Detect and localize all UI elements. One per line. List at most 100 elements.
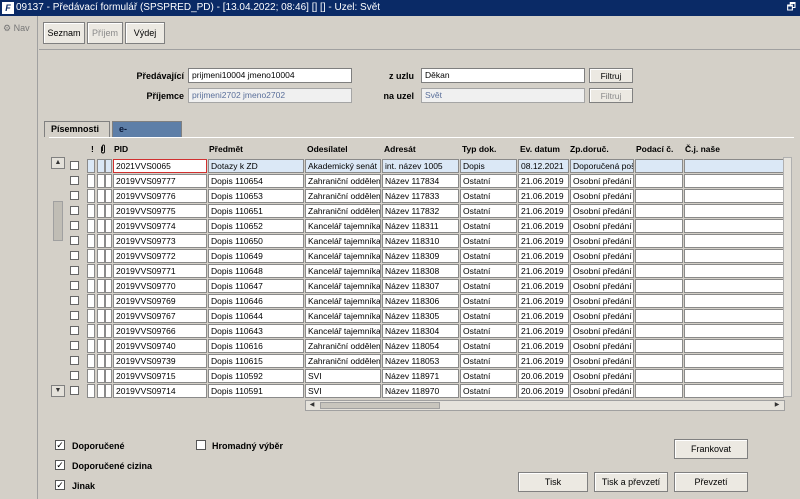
typ-cell[interactable]: Ostatní <box>460 264 517 278</box>
adresat-cell[interactable]: Název 118305 <box>382 309 459 323</box>
typ-cell[interactable]: Ostatní <box>460 219 517 233</box>
row-marker-cell[interactable] <box>105 309 112 323</box>
row-checkbox[interactable] <box>70 296 79 305</box>
odesilatel-cell[interactable]: Kancelář tajemníka <box>305 234 381 248</box>
zpdoruc-cell[interactable]: Osobní předání <box>570 219 634 233</box>
zpdoruc-cell[interactable]: Osobní předání <box>570 234 634 248</box>
predmet-cell[interactable]: Dopis 110650 <box>208 234 304 248</box>
adresat-cell[interactable]: Název 118970 <box>382 384 459 398</box>
pid-cell[interactable]: 2019VVS09777 <box>113 174 207 188</box>
pid-cell[interactable]: 2019VVS09739 <box>113 354 207 368</box>
typ-cell[interactable]: Ostatní <box>460 234 517 248</box>
predmet-cell[interactable]: Dopis 110651 <box>208 204 304 218</box>
row-flag-cell[interactable] <box>87 279 95 293</box>
adresat-cell[interactable]: Název 117832 <box>382 204 459 218</box>
row-checkbox[interactable] <box>70 176 79 185</box>
podaci-cell[interactable] <box>635 204 683 218</box>
pid-cell[interactable]: 2019VVS09714 <box>113 384 207 398</box>
table-row[interactable]: 2021VVS0065 Dotazy k ZD Akademický senát in… <box>68 159 784 173</box>
cjnase-cell[interactable] <box>684 204 784 218</box>
tab-edokumenty[interactable]: e-Dokumenty <box>112 121 182 149</box>
cjnase-cell[interactable] <box>684 264 784 278</box>
predmet-cell[interactable]: Dopis 110646 <box>208 294 304 308</box>
tisk-a-prevzeti-button[interactable]: Tisk a převzetí <box>594 472 668 492</box>
row-marker-cell[interactable] <box>105 219 112 233</box>
tab-pisemnosti[interactable]: Písemnosti <box>44 121 110 137</box>
row-flag-cell[interactable] <box>87 219 95 233</box>
row-marker-cell[interactable] <box>105 369 112 383</box>
datum-cell[interactable]: 21.06.2019 <box>518 354 569 368</box>
paperclip-icon[interactable] <box>100 144 106 156</box>
tisk-button[interactable]: Tisk <box>518 472 588 492</box>
row-flag-cell[interactable] <box>87 309 95 323</box>
row-marker-cell[interactable] <box>105 264 112 278</box>
col-adresat[interactable]: Adresát <box>384 144 416 154</box>
cjnase-cell[interactable] <box>684 189 784 203</box>
datum-cell[interactable]: 21.06.2019 <box>518 249 569 263</box>
pid-cell[interactable]: 2019VVS09715 <box>113 369 207 383</box>
zpdoruc-cell[interactable]: Osobní předání <box>570 309 634 323</box>
predmet-cell[interactable]: Dopis 110649 <box>208 249 304 263</box>
predmet-cell[interactable]: Dopis 110591 <box>208 384 304 398</box>
row-marker-cell[interactable] <box>105 249 112 263</box>
col-odesilatel[interactable]: Odesílatel <box>307 144 348 154</box>
odesilatel-cell[interactable]: Zahraniční oddělení <box>305 204 381 218</box>
zpdoruc-cell[interactable]: Osobní předání <box>570 339 634 353</box>
adresat-cell[interactable]: Název 118304 <box>382 324 459 338</box>
row-flag-cell[interactable] <box>87 174 95 188</box>
adresat-cell[interactable]: Název 118311 <box>382 219 459 233</box>
predmet-cell[interactable]: Dopis 110647 <box>208 279 304 293</box>
predmet-cell[interactable]: Dopis 110653 <box>208 189 304 203</box>
row-flag-cell[interactable] <box>87 189 95 203</box>
scroll-right-icon[interactable]: ▶ <box>772 401 782 410</box>
adresat-cell[interactable]: Název 117833 <box>382 189 459 203</box>
row-attach-cell[interactable] <box>97 264 105 278</box>
hromadny-vyber-checkbox[interactable] <box>196 440 206 450</box>
datum-cell[interactable]: 21.06.2019 <box>518 174 569 188</box>
row-attach-cell[interactable] <box>97 369 105 383</box>
row-attach-cell[interactable] <box>97 189 105 203</box>
vertical-scrollbar[interactable]: ▲ ▼ <box>51 157 65 397</box>
row-flag-cell[interactable] <box>87 204 95 218</box>
row-flag-cell[interactable] <box>87 249 95 263</box>
row-checkbox[interactable] <box>70 281 79 290</box>
row-marker-cell[interactable] <box>105 324 112 338</box>
podaci-cell[interactable] <box>635 219 683 233</box>
row-marker-cell[interactable] <box>105 384 112 398</box>
pid-cell[interactable]: 2019VVS09740 <box>113 339 207 353</box>
podaci-cell[interactable] <box>635 249 683 263</box>
predmet-cell[interactable]: Dopis 110616 <box>208 339 304 353</box>
prijem-button[interactable]: Příjem <box>87 22 123 44</box>
col-podaci[interactable]: Podací č. <box>636 144 673 154</box>
podaci-cell[interactable] <box>635 174 683 188</box>
podaci-cell[interactable] <box>635 309 683 323</box>
typ-cell[interactable]: Ostatní <box>460 174 517 188</box>
cjnase-cell[interactable] <box>684 294 784 308</box>
col-evdatum[interactable]: Ev. datum <box>520 144 560 154</box>
cjnase-cell[interactable] <box>684 249 784 263</box>
pid-cell[interactable]: 2019VVS09769 <box>113 294 207 308</box>
row-marker-cell[interactable] <box>105 189 112 203</box>
cjnase-cell[interactable] <box>684 384 784 398</box>
zpdoruc-cell[interactable]: Osobní předání <box>570 264 634 278</box>
datum-cell[interactable]: 21.06.2019 <box>518 294 569 308</box>
odesilatel-cell[interactable]: Kancelář tajemníka <box>305 324 381 338</box>
podaci-cell[interactable] <box>635 384 683 398</box>
zuzlu-field[interactable]: Děkan <box>421 68 585 83</box>
row-checkbox[interactable] <box>70 311 79 320</box>
datum-cell[interactable]: 21.06.2019 <box>518 234 569 248</box>
podaci-cell[interactable] <box>635 159 683 173</box>
cjnase-cell[interactable] <box>684 369 784 383</box>
row-attach-cell[interactable] <box>97 324 105 338</box>
row-attach-cell[interactable] <box>97 234 105 248</box>
table-row[interactable]: 2019VVS09767 Dopis 110644 Kancelář tajemní… <box>68 309 784 323</box>
doporucene-checkbox[interactable]: ✓ <box>55 440 65 450</box>
datum-cell[interactable]: 21.06.2019 <box>518 279 569 293</box>
typ-cell[interactable]: Ostatní <box>460 369 517 383</box>
row-attach-cell[interactable] <box>97 279 105 293</box>
podaci-cell[interactable] <box>635 264 683 278</box>
row-attach-cell[interactable] <box>97 204 105 218</box>
col-cjnase[interactable]: Č.j. naše <box>685 144 720 154</box>
odesilatel-cell[interactable]: Kancelář tajemníka <box>305 279 381 293</box>
adresat-cell[interactable]: Název 118306 <box>382 294 459 308</box>
